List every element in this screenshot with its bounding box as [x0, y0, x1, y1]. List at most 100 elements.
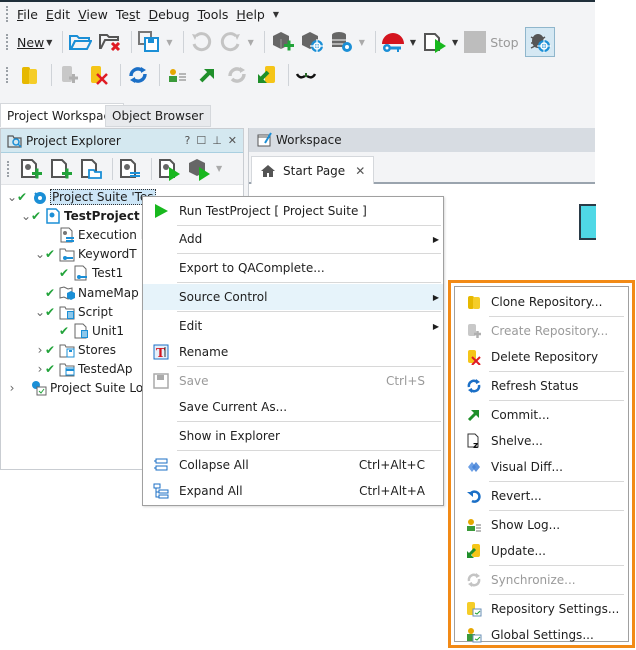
tree-item-label: KeywordT — [78, 247, 137, 262]
chevron-right-icon[interactable]: › — [35, 343, 45, 357]
submenu-item-show-log[interactable]: Show Log... — [455, 512, 630, 538]
menu-test[interactable]: Test — [116, 7, 141, 22]
new-dropdown-icon[interactable]: ▼ — [46, 38, 52, 47]
menu-item-expand-all[interactable]: Expand All Ctrl+Alt+A — [143, 478, 443, 504]
redo-dropdown-icon[interactable]: ▼ — [248, 38, 254, 47]
menu-item-edit[interactable]: Edit ▶ — [143, 313, 443, 339]
menu-file[interactable]: File — [17, 7, 38, 22]
execution-plan-toolbar-icon[interactable] — [117, 156, 143, 182]
toolbar-grip[interactable] — [7, 160, 10, 177]
stores-icon — [59, 342, 75, 358]
submenu-item-global-settings[interactable]: Global Settings... — [455, 622, 630, 648]
add-new-project-icon[interactable] — [18, 156, 44, 182]
menu-item-collapse-all[interactable]: Collapse All Ctrl+Alt+C — [143, 452, 443, 478]
toolbar-grip[interactable] — [6, 67, 9, 83]
synchronize-icon[interactable] — [224, 62, 250, 88]
undo-icon[interactable] — [188, 29, 214, 55]
save-dropdown-icon[interactable]: ▼ — [166, 38, 172, 47]
submenu-item-visual-diff[interactable]: Visual Diff... — [455, 454, 630, 480]
check-icon[interactable]: ✔ — [45, 286, 59, 300]
new-button[interactable]: New — [17, 35, 44, 50]
debug-toggle-icon[interactable] — [524, 27, 555, 57]
check-icon[interactable]: ✔ — [45, 247, 59, 261]
menubar-grip[interactable] — [6, 6, 9, 22]
run-dropdown-icon[interactable]: ▼ — [452, 38, 458, 47]
menu-help[interactable]: Help — [236, 7, 265, 22]
menu-edit[interactable]: Edit — [46, 7, 70, 22]
chevron-down-icon[interactable]: ⌄ — [21, 209, 31, 223]
menu-item-label: Add — [179, 232, 203, 246]
script-folder-icon — [59, 304, 75, 320]
submenu-item-commit[interactable]: Commit... — [455, 402, 630, 428]
check-icon[interactable]: ✔ — [59, 266, 73, 280]
menu-item-rename[interactable]: T Rename — [143, 339, 443, 365]
run-object-dropdown-icon[interactable]: ▼ — [216, 164, 222, 173]
menu-item-show-in-explorer[interactable]: Show in Explorer — [143, 423, 443, 449]
check-icon[interactable]: ✔ — [45, 305, 59, 319]
check-icon[interactable]: ✔ — [45, 343, 59, 357]
menubar-overflow-icon[interactable]: ▼ — [273, 10, 279, 19]
open-project-icon[interactable] — [67, 29, 93, 55]
project-explorer-toolbar: ▼ — [1, 153, 243, 185]
stop-button[interactable]: Stop — [490, 35, 518, 50]
menu-item-run-testproject-project-suite[interactable]: Run TestProject [ Project Suite ] — [143, 198, 443, 224]
menu-item-add[interactable]: Add ▶ — [143, 226, 443, 252]
menu-tools[interactable]: Tools — [198, 7, 229, 22]
menu-item-export-to-qacomplete[interactable]: Export to QAComplete... — [143, 255, 443, 281]
add-new-item-icon[interactable] — [48, 156, 74, 182]
check-icon[interactable]: ✔ — [31, 209, 45, 223]
submenu-item-refresh-status[interactable]: Refresh Status — [455, 373, 630, 399]
data-dropdown-icon[interactable]: ▼ — [359, 38, 365, 47]
data-settings-icon[interactable] — [329, 29, 355, 55]
run-project-icon[interactable] — [422, 29, 448, 55]
redo-icon[interactable] — [218, 29, 244, 55]
refresh-status-icon[interactable] — [125, 62, 151, 88]
submenu-item-label: Synchronize... — [491, 573, 576, 587]
run-object-icon[interactable] — [186, 156, 212, 182]
add-object-icon[interactable] — [269, 29, 295, 55]
record-dropdown-icon[interactable]: ▼ — [410, 38, 416, 47]
help-button[interactable]: ? — [184, 134, 190, 147]
close-project-icon[interactable] — [97, 29, 123, 55]
menu-view[interactable]: View — [78, 7, 108, 22]
visual-diff-toolbar-icon[interactable] — [293, 62, 319, 88]
save-all-icon[interactable] — [136, 29, 162, 55]
submenu-item-update[interactable]: Update... — [455, 538, 630, 564]
chevron-down-icon[interactable]: ⌄ — [35, 247, 45, 261]
tab-object-browser[interactable]: Object Browser — [105, 105, 211, 127]
submenu-item-clone-repository[interactable]: Clone Repository... — [455, 289, 630, 315]
pin-button[interactable]: ⊥ — [212, 134, 222, 147]
close-tab-button[interactable]: ✕ — [355, 164, 365, 178]
tab-start-page[interactable]: Start Page ✕ — [251, 156, 375, 184]
record-icon[interactable] — [380, 29, 406, 55]
chevron-down-icon[interactable]: ⌄ — [35, 305, 45, 319]
check-icon[interactable]: ✔ — [17, 190, 31, 204]
menu-item-save-current-as[interactable]: Save Current As... — [143, 394, 443, 420]
submenu-item-repository-settings[interactable]: Repository Settings... — [455, 596, 630, 622]
menu-item-source-control[interactable]: Source Control ▶ — [143, 284, 443, 310]
chevron-right-icon[interactable]: › — [7, 381, 17, 395]
add-existing-item-icon[interactable] — [78, 156, 104, 182]
update-icon[interactable] — [254, 62, 280, 88]
check-icon[interactable]: ✔ — [59, 324, 73, 338]
maximize-button[interactable]: ☐ — [196, 134, 206, 147]
submenu-item-revert[interactable]: Revert... — [455, 483, 630, 509]
submenu-item-shelve[interactable]: z Shelve... — [455, 428, 630, 454]
close-panel-button[interactable]: ✕ — [228, 134, 237, 147]
object-spy-icon[interactable] — [299, 29, 325, 55]
submenu-item-delete-repository[interactable]: Delete Repository — [455, 344, 630, 370]
check-icon[interactable]: ✔ — [45, 362, 59, 376]
create-repository-icon[interactable] — [56, 62, 82, 88]
delete-repository-icon[interactable] — [86, 62, 112, 88]
clone-repository-icon[interactable] — [17, 62, 43, 88]
start-page-gear-icon[interactable] — [579, 204, 596, 240]
show-log-icon[interactable] — [164, 62, 190, 88]
stop-icon[interactable] — [464, 31, 487, 53]
menu-separator — [489, 510, 624, 511]
chevron-down-icon[interactable]: ⌄ — [7, 190, 17, 204]
run-selected-icon[interactable] — [156, 156, 182, 182]
toolbar-grip[interactable] — [6, 34, 9, 50]
chevron-right-icon[interactable]: › — [35, 362, 45, 376]
menu-debug[interactable]: Debug — [148, 7, 189, 22]
commit-icon[interactable] — [194, 62, 220, 88]
